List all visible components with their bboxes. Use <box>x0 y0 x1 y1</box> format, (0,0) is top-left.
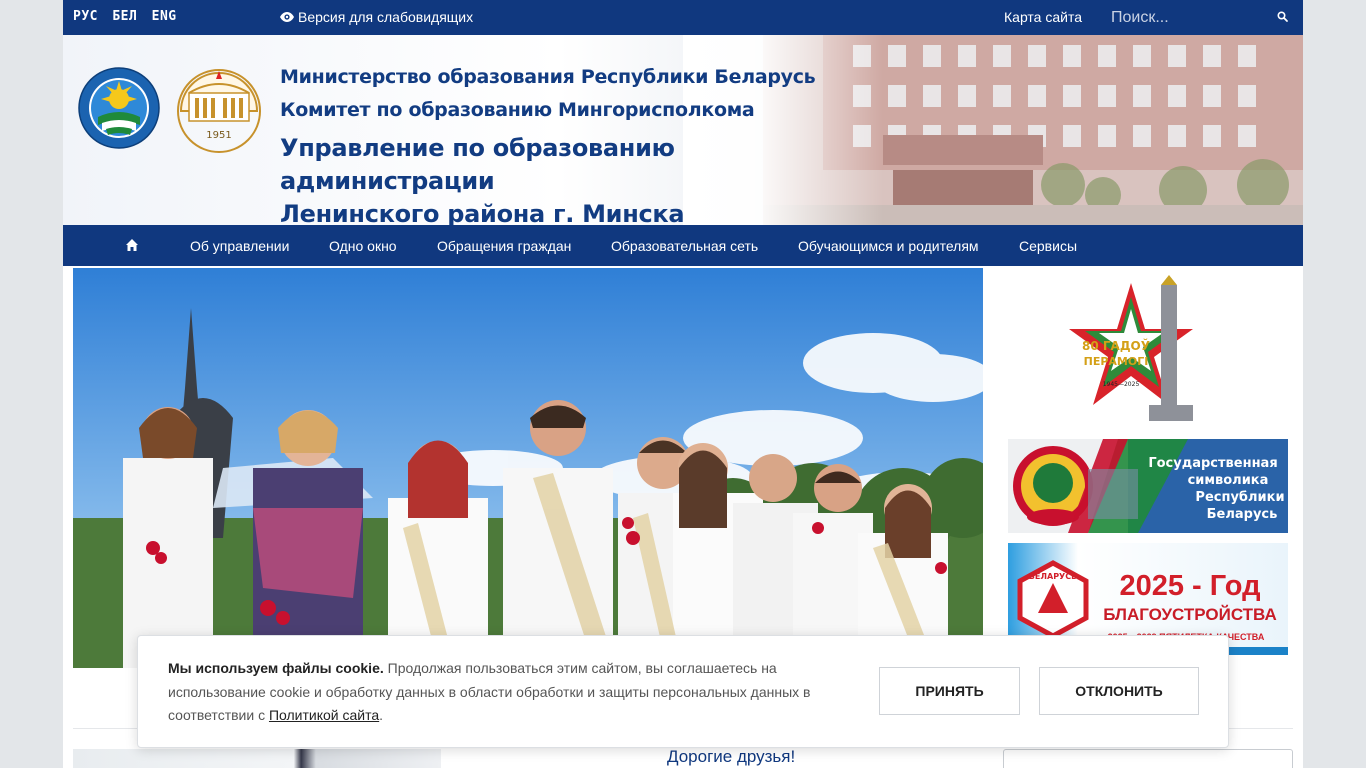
lang-en[interactable]: ENG <box>152 9 177 24</box>
site-title: Управление по образованию администрации … <box>280 132 880 225</box>
ministry-emblem-icon[interactable] <box>78 67 160 149</box>
nav-education-network[interactable]: Образовательная сеть <box>611 238 758 254</box>
lang-ru[interactable]: РУС <box>73 9 98 24</box>
symbol-text-3: Республики <box>1195 490 1284 505</box>
victory-line2: ПЕРАМОГІ <box>1084 355 1149 368</box>
accept-cookies-button[interactable]: ПРИНЯТЬ <box>879 667 1020 715</box>
home-icon[interactable] <box>125 238 139 252</box>
sidebar-widget <box>1003 749 1293 768</box>
victory-line1: 80 ГАДОЎ <box>1082 338 1150 353</box>
nav-services[interactable]: Сервисы <box>1019 238 1077 254</box>
year-title: 2025 - Год <box>1119 570 1260 602</box>
graduates-photo <box>73 268 983 668</box>
cookie-bold-text: Мы используем файлы cookie. <box>168 660 384 676</box>
cookie-message: Мы используем файлы cookie. Продолжая по… <box>168 657 848 728</box>
cookie-end-punct: . <box>379 707 384 723</box>
symbol-text-1: Государственная <box>1148 456 1277 471</box>
decline-cookies-button[interactable]: ОТКЛОНИТЬ <box>1039 667 1199 715</box>
language-switcher: РУС БЕЛ ENG <box>73 9 183 24</box>
state-symbols-banner[interactable]: Государственная символика Республики Бел… <box>1008 439 1288 533</box>
main-nav: Об управлении Одно окно Обращения гражда… <box>63 225 1303 266</box>
ministry-title: Министерство образования Республики Бела… <box>280 66 816 88</box>
cookie-consent-banner: Мы используем файлы cookie. Продолжая по… <box>137 635 1229 748</box>
nav-appeals[interactable]: Обращения граждан <box>437 238 571 254</box>
lang-be[interactable]: БЕЛ <box>112 9 137 24</box>
year-subtitle: БЛАГОУСТРОЙСТВА <box>1103 605 1277 624</box>
victory-80-banner[interactable]: 80 ГАДОЎ ПЕРАМОГІ 1945—2025 <box>1061 275 1201 425</box>
symbol-text-2: символика <box>1188 473 1269 488</box>
top-bar: РУС БЕЛ ENG Версия для слабовидящих Карт… <box>63 0 1303 35</box>
emblem-year: 1951 <box>206 130 231 141</box>
privacy-policy-link[interactable]: Политикой сайта <box>269 707 379 723</box>
visually-impaired-label: Версия для слабовидящих <box>298 9 474 25</box>
sitemap-link[interactable]: Карта сайта <box>1004 9 1082 25</box>
site-header: 1951 Министерство образования Республики… <box>63 35 1303 225</box>
search-box <box>1097 0 1303 35</box>
committee-title: Комитет по образованию Мингорисполкома <box>280 99 755 121</box>
symbol-text-4: Беларусь <box>1207 507 1278 522</box>
year-badge: БЕЛАРУСЬ <box>1029 572 1077 581</box>
friends-heading[interactable]: Дорогие друзья! <box>667 747 795 767</box>
news-thumbnail-image[interactable] <box>73 749 441 768</box>
search-icon[interactable] <box>1275 9 1291 25</box>
victory-years: 1945—2025 <box>1103 381 1140 388</box>
eye-icon <box>280 12 294 22</box>
visually-impaired-link[interactable]: Версия для слабовидящих <box>280 9 473 25</box>
nav-one-window[interactable]: Одно окно <box>329 238 397 254</box>
site-title-line1: Управление по образованию администрации <box>280 134 675 195</box>
committee-emblem-icon[interactable]: 1951 <box>167 67 271 153</box>
site-title-line2: Ленинского района г. Минска <box>280 200 685 225</box>
search-input[interactable] <box>1097 4 1267 31</box>
news-slider[interactable] <box>73 268 983 668</box>
nav-students-parents[interactable]: Обучающимся и родителям <box>798 238 979 254</box>
nav-about[interactable]: Об управлении <box>190 238 289 254</box>
